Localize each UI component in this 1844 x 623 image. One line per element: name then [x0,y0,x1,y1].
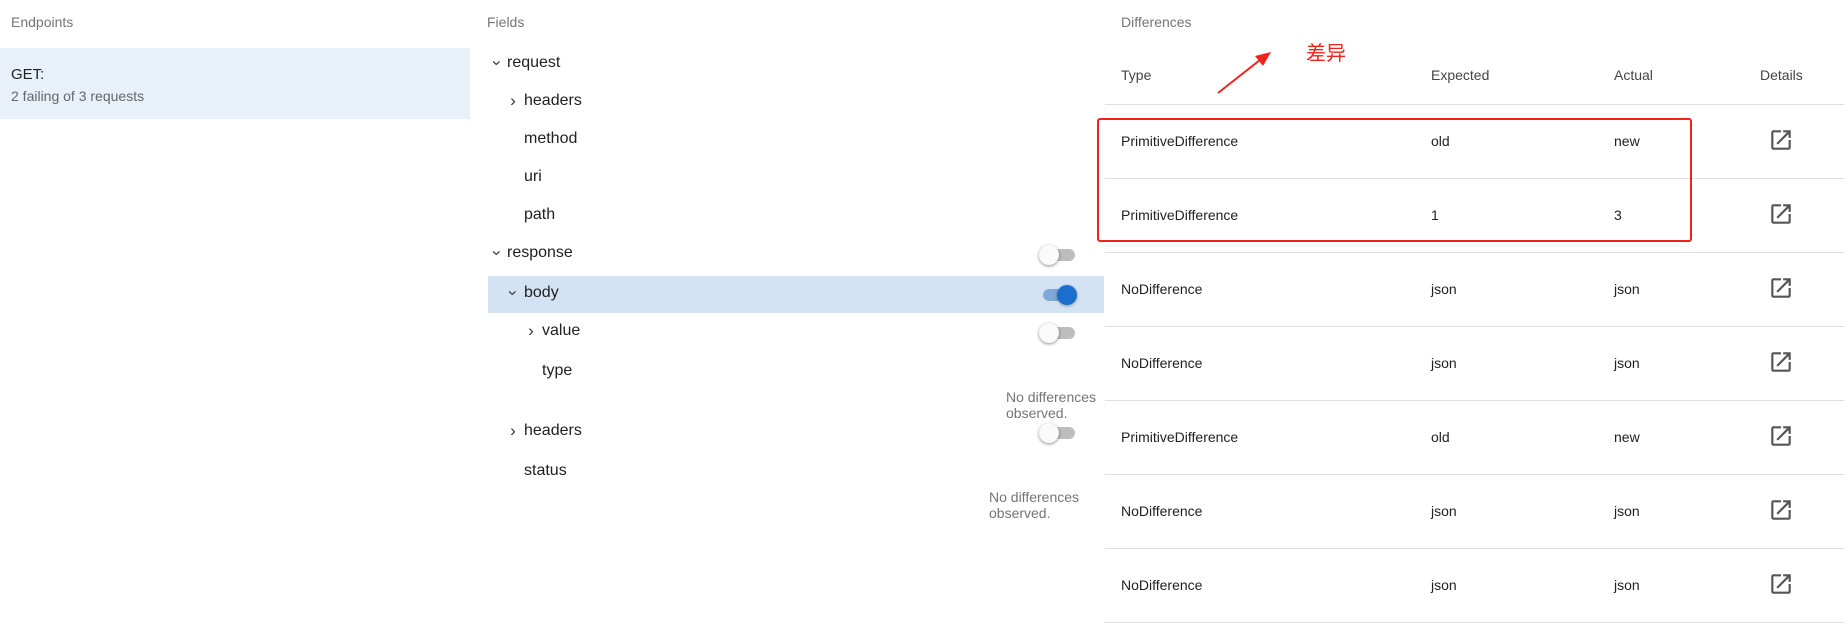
annotation-label: 差异 [1306,41,1346,65]
endpoint-item-get[interactable]: GET: 2 failing of 3 requests [0,48,470,119]
field-row-request[interactable]: › request [488,46,1104,83]
open-in-new-icon[interactable] [1768,201,1794,227]
table-row: PrimitiveDifference old new [1105,401,1844,475]
field-label: uri [524,168,542,185]
headers-toggle[interactable] [1039,423,1077,443]
expected-cell: json [1431,281,1457,297]
chevron-right-icon[interactable]: › [522,322,540,340]
open-in-new-icon[interactable] [1768,571,1794,597]
column-header-type[interactable]: Type [1121,67,1151,83]
open-in-new-icon[interactable] [1768,349,1794,375]
actual-cell: json [1614,503,1640,519]
type-cell: NoDifference [1121,281,1203,297]
field-label: headers [524,92,582,109]
type-cell: NoDifference [1121,355,1203,371]
field-row-type[interactable]: type [488,354,1104,391]
field-label: headers [524,422,582,439]
table-row: NoDifference json json [1105,549,1844,623]
fields-title: Fields [487,14,525,30]
value-toggle[interactable] [1039,323,1077,343]
field-label: path [524,206,556,223]
field-label: type [542,362,573,379]
field-row-body[interactable]: › body [488,276,1104,313]
body-toggle[interactable] [1039,285,1077,305]
field-label: request [507,54,561,71]
field-label: method [524,130,578,147]
chevron-right-icon[interactable]: › [504,422,522,440]
expected-cell: old [1431,429,1450,445]
chevron-down-icon[interactable]: › [488,244,507,262]
field-row-value[interactable]: › value [488,314,1104,351]
type-cell: PrimitiveDifference [1121,429,1239,445]
field-row-request-headers[interactable]: › headers [488,84,1104,121]
expected-cell: json [1431,355,1457,371]
annotation-arrow-icon [1217,52,1271,94]
table-row: NoDifference json json [1105,253,1844,327]
actual-cell: json [1614,281,1640,297]
table-row: NoDifference json json [1105,475,1844,549]
table-row: NoDifference json json [1105,327,1844,401]
open-in-new-icon[interactable] [1768,275,1794,301]
endpoints-panel: Endpoints GET: 2 failing of 3 requests [0,0,470,591]
expected-cell: json [1431,503,1457,519]
field-label: response [507,244,573,261]
endpoint-method: GET: [11,66,45,83]
actual-cell: new [1614,429,1640,445]
field-label: body [524,284,559,301]
fields-panel: Fields › request › headers method uri pa… [470,0,1105,591]
field-label: value [542,322,581,339]
chevron-right-icon[interactable]: › [504,92,522,110]
actual-cell: json [1614,355,1640,371]
field-row-method[interactable]: method [488,122,1104,159]
chevron-down-icon[interactable]: › [488,54,507,72]
column-header-expected[interactable]: Expected [1431,67,1489,83]
field-row-status[interactable]: status [488,454,1104,491]
response-toggle[interactable] [1039,245,1077,265]
annotation-highlight-box [1097,118,1692,242]
chevron-down-icon[interactable]: › [504,284,523,302]
field-label: status [524,462,567,479]
field-row-response-headers[interactable]: › headers [488,414,1104,451]
column-header-actual[interactable]: Actual [1614,67,1653,83]
no-differences-note: No differences observed. [989,489,1080,521]
differences-title: Differences [1121,14,1192,30]
open-in-new-icon[interactable] [1768,127,1794,153]
endpoint-status: 2 failing of 3 requests [11,88,145,104]
endpoints-title: Endpoints [11,14,74,30]
type-cell: NoDifference [1121,503,1203,519]
field-row-uri[interactable]: uri [488,160,1104,197]
field-row-response[interactable]: › response [488,236,1104,273]
open-in-new-icon[interactable] [1768,423,1794,449]
column-header-details[interactable]: Details [1760,67,1803,83]
open-in-new-icon[interactable] [1768,497,1794,523]
field-row-path[interactable]: path [488,198,1104,235]
